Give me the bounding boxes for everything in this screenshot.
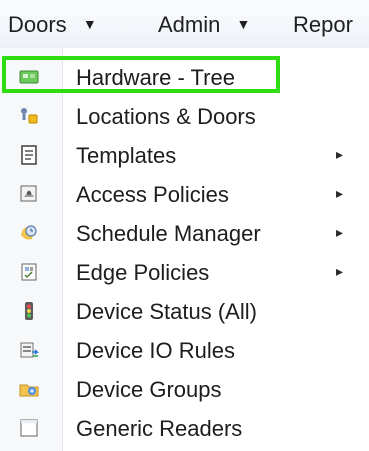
- menu-item-locations-doors[interactable]: Locations & Doors: [0, 97, 369, 136]
- menubar-admin[interactable]: Admin ▼: [158, 8, 250, 42]
- menu-item-device-io-rules-label: Device IO Rules: [76, 338, 235, 363]
- locations-doors-icon: [21, 108, 38, 124]
- schedule-manager-icon: [21, 225, 37, 240]
- menubar-reports[interactable]: Repor: [293, 8, 353, 42]
- menu-item-device-status-all[interactable]: Device Status (All): [0, 292, 369, 331]
- menu-item-locations-doors-label: Locations & Doors: [76, 104, 256, 129]
- menu-item-edge-policies-submenu-icon: ▸: [336, 263, 344, 279]
- menubar-admin-label: Admin: [158, 12, 221, 37]
- menu-item-templates-submenu-icon: ▸: [336, 146, 344, 162]
- device-groups-icon: [19, 384, 39, 397]
- menu-item-access-policies-submenu-icon: ▸: [336, 185, 344, 201]
- menubar-admin-caret-icon: ▼: [236, 16, 251, 32]
- menu-item-generic-readers-label: Generic Readers: [76, 416, 243, 441]
- menu-item-device-groups[interactable]: Device Groups: [0, 370, 369, 409]
- device-io-rules-icon: [20, 342, 39, 358]
- menu-item-device-io-rules[interactable]: Device IO Rules: [0, 331, 369, 370]
- menubar-doors-label: Doors: [8, 12, 67, 37]
- doors-dropdown-menu: Hardware - Tree Locations & Doors Templa…: [0, 48, 369, 451]
- templates-icon: [21, 145, 37, 165]
- menu-item-device-groups-label: Device Groups: [76, 377, 222, 402]
- menu-item-hardware-tree[interactable]: Hardware - Tree: [0, 58, 369, 97]
- menu-item-schedule-manager[interactable]: Schedule Manager ▸: [0, 214, 369, 253]
- menubar-doors-caret-icon: ▼: [82, 16, 97, 32]
- menu-item-edge-policies[interactable]: Edge Policies ▸: [0, 253, 369, 292]
- menu-item-generic-readers[interactable]: Generic Readers: [0, 409, 369, 448]
- access-policies-icon: [20, 185, 37, 202]
- menu-item-schedule-manager-submenu-icon: ▸: [336, 224, 344, 240]
- menu-item-schedule-manager-label: Schedule Manager: [76, 221, 261, 246]
- generic-readers-icon: [20, 419, 38, 437]
- menu-item-access-policies-label: Access Policies: [76, 182, 229, 207]
- device-status-icon: [25, 302, 33, 320]
- menu-item-templates-label: Templates: [76, 143, 177, 168]
- menu-item-templates[interactable]: Templates ▸: [0, 136, 369, 175]
- menu-item-hardware-tree-label: Hardware - Tree: [76, 65, 235, 90]
- top-menubar: Doors ▼ Admin ▼ Repor: [0, 0, 369, 49]
- edge-policies-icon: [21, 263, 37, 281]
- menubar-doors[interactable]: Doors ▼: [8, 8, 97, 42]
- menu-item-device-status-all-label: Device Status (All): [76, 299, 257, 324]
- menu-item-access-policies[interactable]: Access Policies ▸: [0, 175, 369, 214]
- menubar-reports-label: Repor: [293, 12, 353, 37]
- hardware-tree-icon: [19, 70, 39, 84]
- menu-item-edge-policies-label: Edge Policies: [76, 260, 210, 285]
